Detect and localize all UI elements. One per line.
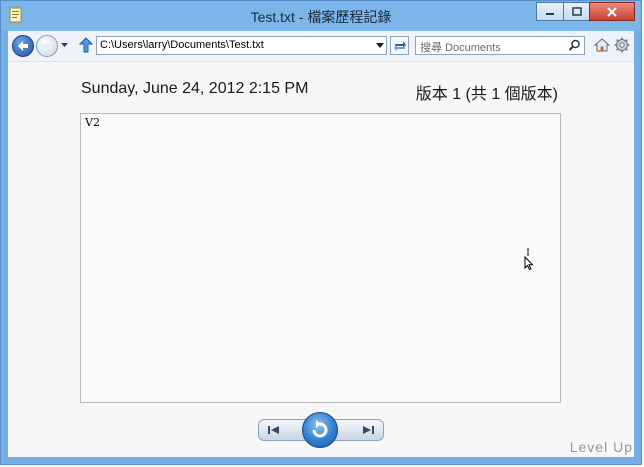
content-area: C:\Users\larry\Documents\Test.txt 搜尋 Doc… xyxy=(8,31,634,457)
back-button[interactable] xyxy=(12,35,34,57)
forward-button[interactable] xyxy=(36,35,58,57)
home-icon[interactable] xyxy=(594,37,610,53)
address-dropdown-button[interactable] xyxy=(373,37,386,54)
maximize-icon xyxy=(571,7,582,16)
back-arrow-icon xyxy=(18,41,28,51)
refresh-button[interactable] xyxy=(390,36,409,55)
watermark-label: Level Up xyxy=(569,439,633,455)
restore-icon xyxy=(312,420,328,438)
preview-content: V2 xyxy=(85,116,100,129)
address-bar[interactable]: C:\Users\larry\Documents\Test.txt xyxy=(96,36,387,55)
version-date: Sunday, June 24, 2012 2:15 PM xyxy=(81,80,309,97)
mouse-cursor-icon xyxy=(524,248,534,270)
next-version-icon[interactable] xyxy=(359,423,377,437)
refresh-icon xyxy=(393,40,406,51)
window-controls xyxy=(536,2,635,21)
minimize-button[interactable] xyxy=(536,2,563,21)
search-input[interactable]: 搜尋 Documents xyxy=(420,39,501,55)
minimize-icon xyxy=(546,12,554,15)
previous-version-icon[interactable] xyxy=(265,423,283,437)
address-input[interactable]: C:\Users\larry\Documents\Test.txt xyxy=(100,39,264,51)
maximize-button[interactable] xyxy=(563,2,589,21)
restore-button[interactable] xyxy=(302,412,338,448)
up-arrow-icon[interactable] xyxy=(79,37,93,53)
forward-arrow-icon xyxy=(42,41,52,51)
navigation-toolbar: C:\Users\larry\Documents\Test.txt 搜尋 Doc… xyxy=(8,31,634,62)
close-icon xyxy=(607,6,617,17)
title-bar[interactable]: Test.txt - 檔案歷程記錄 xyxy=(1,1,641,31)
search-icon[interactable] xyxy=(568,39,581,52)
version-counter: 版本 1 (共 1 個版本) xyxy=(415,86,558,103)
close-button[interactable] xyxy=(589,2,635,21)
search-box[interactable]: 搜尋 Documents xyxy=(415,36,585,55)
gear-icon[interactable] xyxy=(614,37,630,53)
history-dropdown-icon[interactable] xyxy=(60,42,69,49)
chevron-down-icon xyxy=(375,42,384,48)
file-history-window: Test.txt - 檔案歷程記錄 C:\Users\larry\Documen… xyxy=(0,0,642,465)
file-preview[interactable]: V2 xyxy=(80,113,561,403)
